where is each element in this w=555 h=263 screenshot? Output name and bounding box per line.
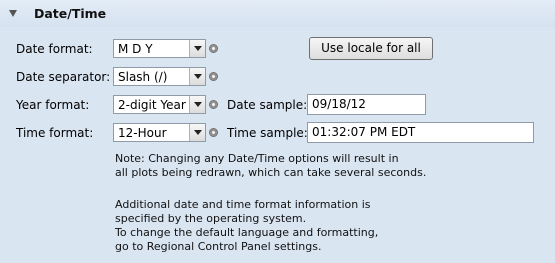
time-format-select[interactable]: 12-Hour (113, 123, 206, 142)
help-icon[interactable] (209, 100, 218, 109)
use-locale-button[interactable]: Use locale for all (309, 37, 433, 60)
year-format-label: Year format: (16, 98, 90, 112)
date-sample-label: Date sample: (227, 98, 308, 112)
info-line: go to Regional Control Panel settings. (115, 240, 322, 253)
help-icon[interactable] (209, 72, 218, 81)
time-sample-field[interactable]: 01:32:07 PM EDT (307, 122, 534, 143)
date-format-value: M D Y (118, 42, 153, 56)
time-sample-label: Time sample: (227, 126, 308, 140)
section-header[interactable]: Date/Time (0, 0, 555, 27)
info-line: To change the default language and forma… (115, 226, 379, 239)
date-time-panel: Date/Time Date format: M D Y Use locale … (0, 0, 555, 263)
date-separator-value: Slash (/) (118, 70, 168, 84)
chevron-down-icon[interactable] (189, 68, 205, 85)
info-line: specified by the operating system. (115, 212, 307, 225)
help-icon[interactable] (209, 128, 218, 137)
date-separator-label: Date separator: (16, 70, 111, 84)
chevron-down-icon[interactable] (189, 96, 205, 113)
collapse-triangle-icon[interactable] (9, 10, 17, 17)
date-separator-select[interactable]: Slash (/) (113, 67, 206, 86)
time-format-label: Time format: (16, 126, 94, 140)
note-line: Note: Changing any Date/Time options wil… (115, 152, 399, 165)
note-line: all plots being redrawn, which can take … (115, 166, 427, 179)
info-line: Additional date and time format informat… (115, 198, 371, 211)
chevron-down-icon[interactable] (189, 40, 205, 57)
year-format-value: 2-digit Year (118, 98, 186, 112)
date-format-select[interactable]: M D Y (113, 39, 206, 58)
time-format-value: 12-Hour (118, 126, 167, 140)
year-format-select[interactable]: 2-digit Year (113, 95, 206, 114)
date-sample-field[interactable]: 09/18/12 (307, 94, 426, 115)
date-format-label: Date format: (16, 42, 93, 56)
section-title: Date/Time (34, 6, 107, 21)
chevron-down-icon[interactable] (189, 124, 205, 141)
help-icon[interactable] (209, 44, 218, 53)
